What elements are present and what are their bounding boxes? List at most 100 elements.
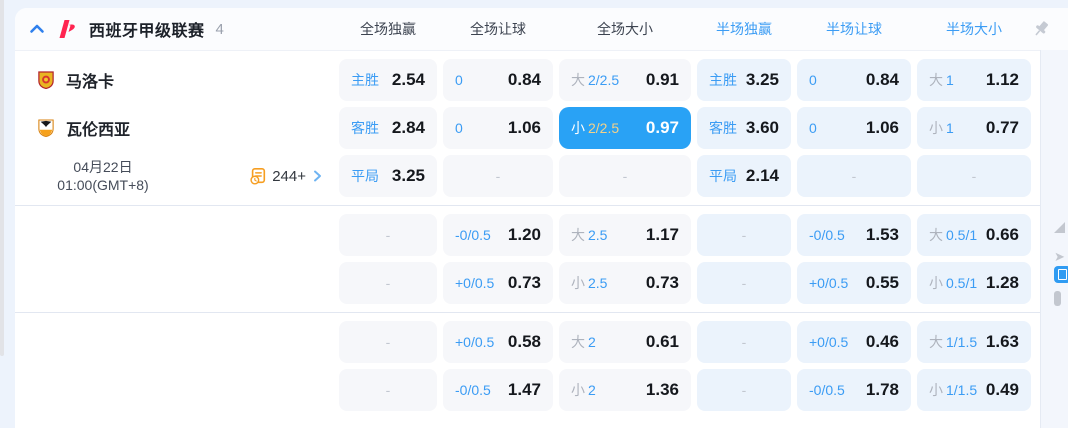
empty-odds: - [741,334,747,350]
empty-slot [15,321,333,363]
cell-half-handicap-home[interactable]: 0 0.84 [797,59,911,101]
ou-direction: 大 [571,72,585,88]
ou-direction: 小 [571,120,585,136]
cell-half-ou-under-alt[interactable]: 小 0.5/1 1.28 [917,262,1031,304]
cell-half-win-draw[interactable]: 平局 2.14 [697,155,791,197]
cell-full-ou-under-alt[interactable]: 小 2.5 0.73 [559,262,691,304]
cell-half-win-away[interactable]: 客胜 3.60 [697,107,791,149]
cell-full-handicap-away-alt[interactable]: +0/0.5 0.73 [443,262,553,304]
ou-direction: 大 [571,227,585,243]
ou-line: 2 [588,382,596,398]
cell-half-ou-under[interactable]: 小 1 0.77 [917,107,1031,149]
page-scrollbar[interactable] [0,0,4,356]
empty-odds: - [385,227,391,243]
odds-value: 1.06 [865,118,899,137]
ou-line: 0.5/1 [946,227,978,243]
odds-label: 主胜 [709,72,737,88]
league-info: 西班牙甲级联赛 4 [15,17,333,41]
cell-empty: - [797,155,911,197]
odds-value: 1.17 [645,225,679,244]
cell-half-ou-under-line3[interactable]: 小 1/1.5 0.49 [917,369,1031,411]
empty-slot [15,214,333,256]
match-meta: 04月22日 01:00(GMT+8) 244+ [15,155,333,197]
odds-value: 0.73 [507,273,541,292]
cell-half-handicap-away[interactable]: 0 1.06 [797,107,911,149]
odds-value: 1.63 [985,332,1019,351]
cell-half-win-home[interactable]: 主胜 3.25 [697,59,791,101]
odds-value: 1.78 [865,380,899,399]
odds-value: 0.58 [507,332,541,351]
rail-flag-icon[interactable] [1054,222,1065,233]
odds-label: 0 [455,72,463,88]
cell-full-win-draw[interactable]: 平局 3.25 [339,155,437,197]
cell-half-ou-over[interactable]: 大 1 1.12 [917,59,1031,101]
odds-row-line2-b: - +0/0.5 0.73 小 2.5 0.73 - +0/0.5 0.55 小… [15,262,1040,304]
cell-full-handicap-home-line3[interactable]: +0/0.5 0.58 [443,321,553,363]
odds-label: +0/0.5 [455,334,495,350]
odds-value: 3.25 [745,70,779,89]
odds-label: 0 [455,120,463,136]
away-team: 瓦伦西亚 [15,107,333,149]
cell-full-handicap-away[interactable]: 0 1.06 [443,107,553,149]
odds-table: 马洛卡 主胜 2.54 0 0.84 大 2/2.5 0.91 主胜 3.25 [15,51,1040,411]
odds-label: +0/0.5 [809,275,849,291]
ou-line: 2 [588,334,596,350]
markets-icon [249,167,267,185]
league-header: 西班牙甲级联赛 4 全场独赢 全场让球 全场大小 半场独赢 半场让球 半场大小 [15,8,1068,51]
home-team: 马洛卡 [15,59,333,101]
ou-line: 2/2.5 [588,72,620,88]
cell-full-win-away[interactable]: 客胜 2.84 [339,107,437,149]
cell-full-ou-over-line3[interactable]: 大 2 0.61 [559,321,691,363]
cell-half-handicap-home-alt[interactable]: -0/0.5 1.53 [797,214,911,256]
rail-handle-icon[interactable] [1054,291,1061,306]
cell-half-handicap-away-alt[interactable]: +0/0.5 0.55 [797,262,911,304]
cell-empty: - [339,369,437,411]
odds-label: 主胜 [351,72,379,88]
empty-odds: - [741,227,747,243]
cell-half-ou-over-alt[interactable]: 大 0.5/1 0.66 [917,214,1031,256]
odds-value: 0.97 [645,118,679,137]
odds-label: 客胜 [351,120,379,136]
cell-full-ou-under-selected[interactable]: 小 2/2.5 0.97 [559,107,691,149]
ou-line: 0.5/1 [946,275,978,291]
rail-betslip-badge-icon[interactable] [1054,266,1068,283]
cell-full-win-home[interactable]: 主胜 2.54 [339,59,437,101]
odds-label: -0/0.5 [809,227,845,243]
odds-value: 1.12 [985,70,1019,89]
ou-direction: 大 [571,334,585,350]
odds-row-away: 瓦伦西亚 客胜 2.84 0 1.06 小 2/2.5 0.97 客胜 3.60 [15,107,1040,149]
match-time: 01:00(GMT+8) [57,177,149,193]
odds-value: 2.54 [391,70,425,89]
empty-odds: - [385,275,391,291]
cell-full-handicap-home-alt[interactable]: -0/0.5 1.20 [443,214,553,256]
ou-direction: 大 [929,227,943,243]
odds-label: -0/0.5 [455,382,491,398]
more-markets-button[interactable]: 244+ [249,167,323,185]
col-header-half-win: 半场独赢 [716,21,772,37]
col-header-full-handicap: 全场让球 [470,21,526,37]
odds-value: 2.14 [745,166,779,185]
cell-full-ou-over-alt[interactable]: 大 2.5 1.17 [559,214,691,256]
odds-row-line2-a: - -0/0.5 1.20 大 2.5 1.17 - -0/0.5 1.53 大… [15,214,1040,256]
cell-half-ou-over-line3[interactable]: 大 1/1.5 1.63 [917,321,1031,363]
odds-label: -0/0.5 [455,227,491,243]
odds-value: 0.77 [985,118,1019,137]
odds-label: 0 [809,72,817,88]
odds-value: 1.20 [507,225,541,244]
empty-odds: - [971,168,977,184]
cell-half-handicap-home-line3[interactable]: +0/0.5 0.46 [797,321,911,363]
cell-full-ou-over[interactable]: 大 2/2.5 0.91 [559,59,691,101]
cell-empty: - [339,214,437,256]
cell-full-handicap-home[interactable]: 0 0.84 [443,59,553,101]
pin-icon[interactable] [1031,19,1051,39]
empty-odds: - [622,168,628,184]
collapse-chevron-icon[interactable] [29,21,45,37]
odds-value: 2.84 [391,118,425,137]
cell-full-handicap-away-line3[interactable]: -0/0.5 1.47 [443,369,553,411]
rail-send-icon[interactable]: ➤ [1054,249,1065,265]
odds-value: 3.60 [745,118,779,137]
ou-direction: 小 [571,382,585,398]
odds-label: 客胜 [709,120,737,136]
cell-full-ou-under-line3[interactable]: 小 2 1.36 [559,369,691,411]
cell-half-handicap-away-line3[interactable]: -0/0.5 1.78 [797,369,911,411]
